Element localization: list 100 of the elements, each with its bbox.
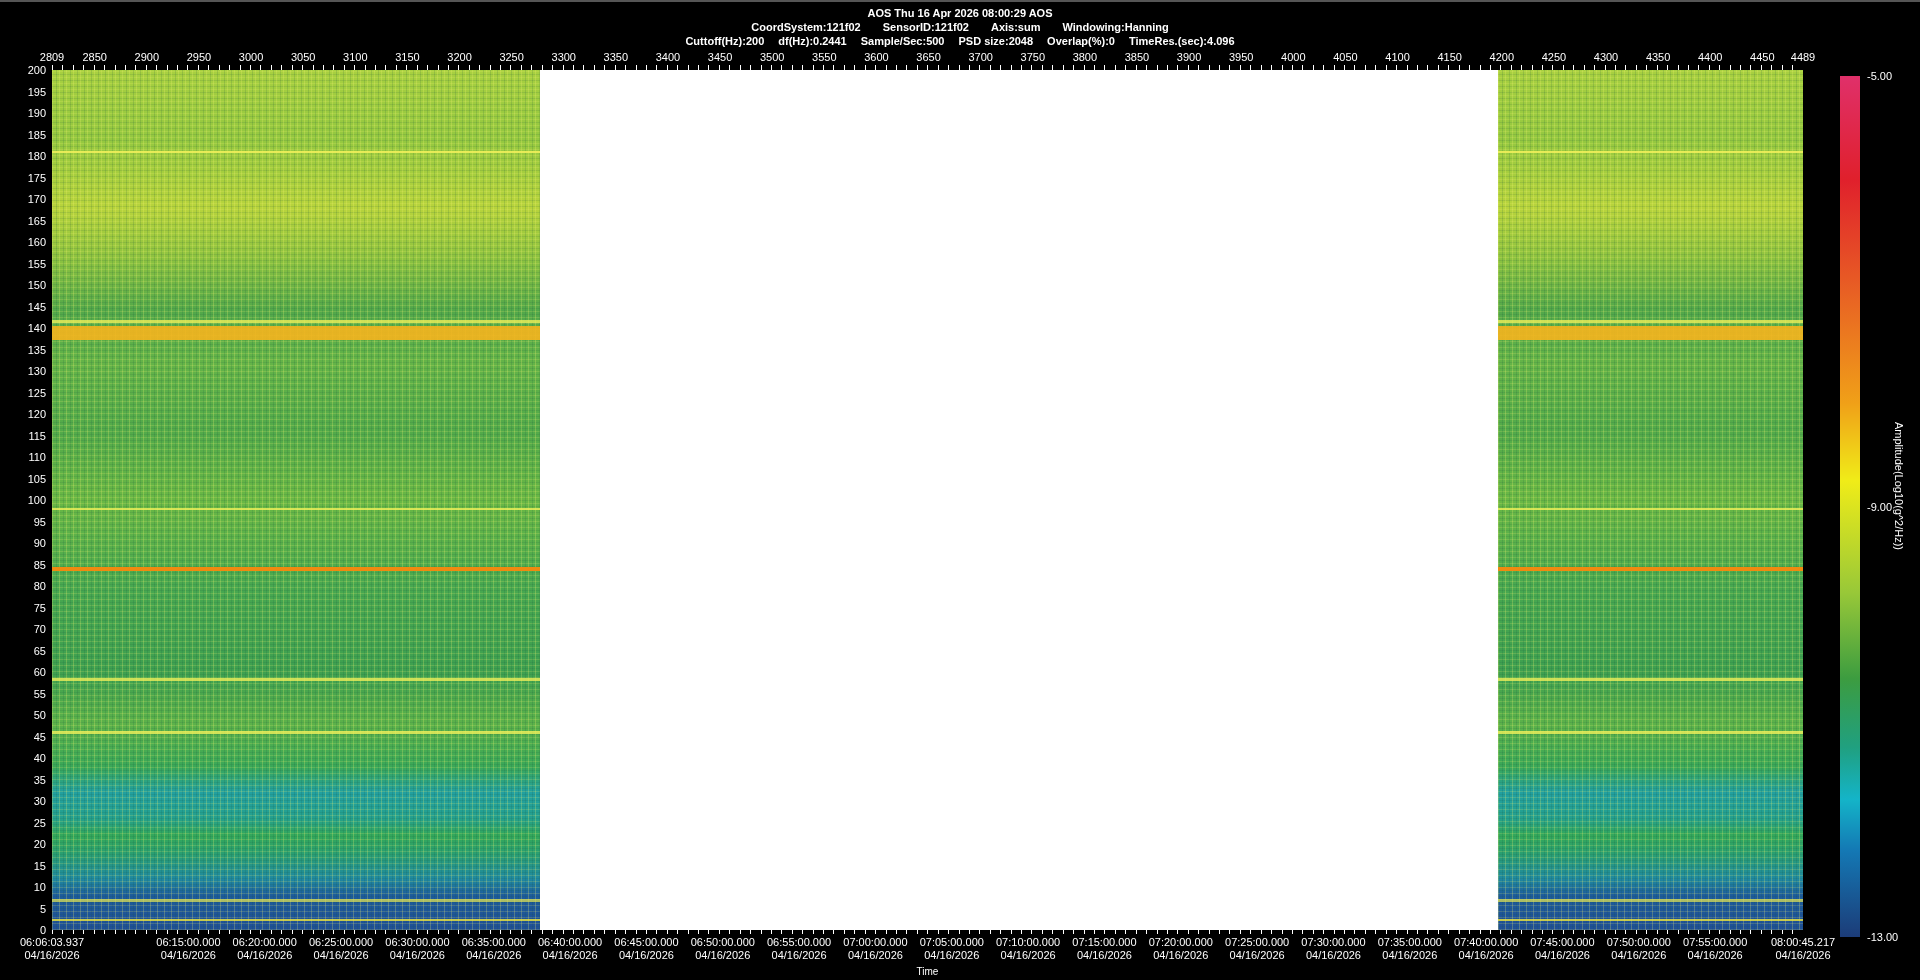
axis-label: 10 [33, 881, 46, 893]
time-label: 07:40:00.000 [1454, 936, 1519, 949]
axis-label: 2900 [134, 51, 160, 63]
scale-label: -5.00 [1867, 70, 1893, 82]
axis-label: 3850 [1124, 51, 1150, 63]
axis-label: 3750 [1020, 51, 1045, 63]
axis-label: 20 [33, 838, 46, 850]
time-label: 06:40:00.000 [537, 936, 603, 949]
time-label: 07:35:00.000 [1377, 936, 1442, 949]
chart-info: Axis:sum [990, 20, 1041, 34]
axis-label: 4400 [1698, 51, 1723, 63]
axis-label: 4000 [1281, 51, 1306, 63]
time-label: 06:45:00.000 [614, 936, 679, 949]
time-label: 07:05:00.000 [919, 936, 984, 949]
axis-label: 3100 [343, 51, 368, 63]
axis-label: 165 [27, 214, 46, 227]
time-label: 07:00:00.000 [843, 936, 908, 949]
axis-label: 110 [28, 451, 46, 463]
axis-label: 4350 [1645, 51, 1671, 63]
axis-label: 40 [33, 752, 46, 764]
axis-label: 0 [39, 924, 46, 936]
axis-label: 3950 [1229, 51, 1254, 63]
axis-label: 85 [33, 558, 46, 571]
axis-label: 3500 [759, 51, 785, 63]
date-label: 04/16/2026 [847, 949, 903, 962]
axis-label: 55 [33, 687, 46, 700]
axis-label: 3200 [447, 51, 472, 63]
date-label: 04/16/2026 [1534, 949, 1590, 962]
time-label: 06:15:00.000 [156, 936, 221, 949]
axis-label: 4450 [1750, 51, 1775, 63]
time-label: 07:50:00.000 [1606, 936, 1671, 949]
time-label: 07:55:00.000 [1683, 936, 1748, 949]
time-label: 06:20:00.000 [232, 936, 297, 949]
time-label: 07:15:00.000 [1072, 936, 1137, 949]
date-label: 04/16/2026 [24, 949, 80, 962]
time-label: 07:25:00.000 [1225, 936, 1290, 949]
axis-label: 60 [33, 666, 46, 678]
axis-label: 95 [33, 515, 46, 528]
date-label: 04/16/2026 [695, 949, 751, 962]
chart-info: Cuttoff(Hz):200 [685, 34, 765, 48]
date-label: 04/16/2026 [466, 949, 522, 962]
date-label: 04/16/2026 [1611, 949, 1667, 962]
axis-label: 3450 [707, 51, 733, 63]
axis-label: 155 [27, 257, 46, 270]
axis-label: 5 [39, 902, 46, 915]
date-label: 04/16/2026 [1687, 949, 1743, 962]
date-label: 04/16/2026 [313, 949, 369, 962]
axis-label: 2809 [39, 51, 65, 63]
axis-label: 4200 [1489, 51, 1514, 63]
time-label: 06:50:00.000 [690, 936, 755, 949]
date-label: 04/16/2026 [160, 949, 216, 962]
axis-label: 145 [27, 300, 46, 313]
axis-label: 3650 [916, 51, 941, 63]
axis-label: 190 [27, 107, 46, 119]
axis-label: 25 [33, 816, 46, 829]
axis-label: 195 [27, 85, 46, 98]
chart-title: AOS Thu 16 Apr 2026 08:00:29 AOS [867, 6, 1053, 20]
axis-label: 3300 [551, 51, 576, 63]
chart-info: Overlap(%):0 [1047, 34, 1115, 48]
date-label: 04/16/2026 [1458, 949, 1514, 962]
axis-label: 30 [33, 795, 46, 807]
time-label: 07:45:00.000 [1530, 936, 1595, 949]
axis-label: 4050 [1333, 51, 1358, 63]
axis-label: 4150 [1437, 51, 1462, 63]
time-label: 07:10:00.000 [996, 936, 1061, 949]
axis-label: 45 [33, 730, 46, 743]
date-label: 04/16/2026 [618, 949, 674, 962]
time-label: 06:30:00.000 [385, 936, 450, 949]
date-label: 04/16/2026 [924, 949, 980, 962]
time-label: 06:55:00.000 [767, 936, 832, 949]
chart-info: Sample/Sec:500 [860, 34, 945, 48]
axis-label: 3000 [238, 51, 264, 63]
axis-label: 70 [33, 623, 46, 635]
axis-label: 4100 [1385, 51, 1410, 63]
chart-info: CoordSystem:121f02 [751, 20, 861, 34]
scale-label: -9.00 [1867, 500, 1893, 513]
time-label: 08:00:45.217 [1770, 936, 1836, 949]
chart-info: PSD size:2048 [958, 34, 1034, 48]
axis-label: 4300 [1593, 51, 1619, 63]
axis-label: 3800 [1072, 51, 1098, 63]
date-label: 04/16/2026 [1775, 949, 1831, 962]
chart-info: Windowing:Hanning [1062, 20, 1169, 34]
axis-label: 175 [27, 171, 46, 184]
axis-label: 3350 [603, 51, 629, 63]
axis-label: 200 [27, 64, 46, 76]
axis-label: 160 [27, 236, 46, 248]
scale-label: -13.00 [1867, 931, 1899, 943]
axis-label: 170 [27, 193, 46, 205]
axis-label: 3150 [395, 51, 420, 63]
axis-label: 150 [27, 279, 46, 291]
time-label: 06:25:00.000 [308, 936, 374, 949]
axis-label: 135 [27, 343, 46, 356]
date-label: 04/16/2026 [389, 949, 445, 962]
date-label: 04/16/2026 [1000, 949, 1056, 962]
axis-label: 3250 [499, 51, 524, 63]
axis-label: 185 [27, 128, 46, 141]
axis-label: 3900 [1176, 51, 1202, 63]
time-label: 06:06:03.937 [19, 936, 85, 949]
chart-info: TimeRes.(sec):4.096 [1128, 34, 1235, 48]
axis-label: 115 [28, 429, 46, 442]
